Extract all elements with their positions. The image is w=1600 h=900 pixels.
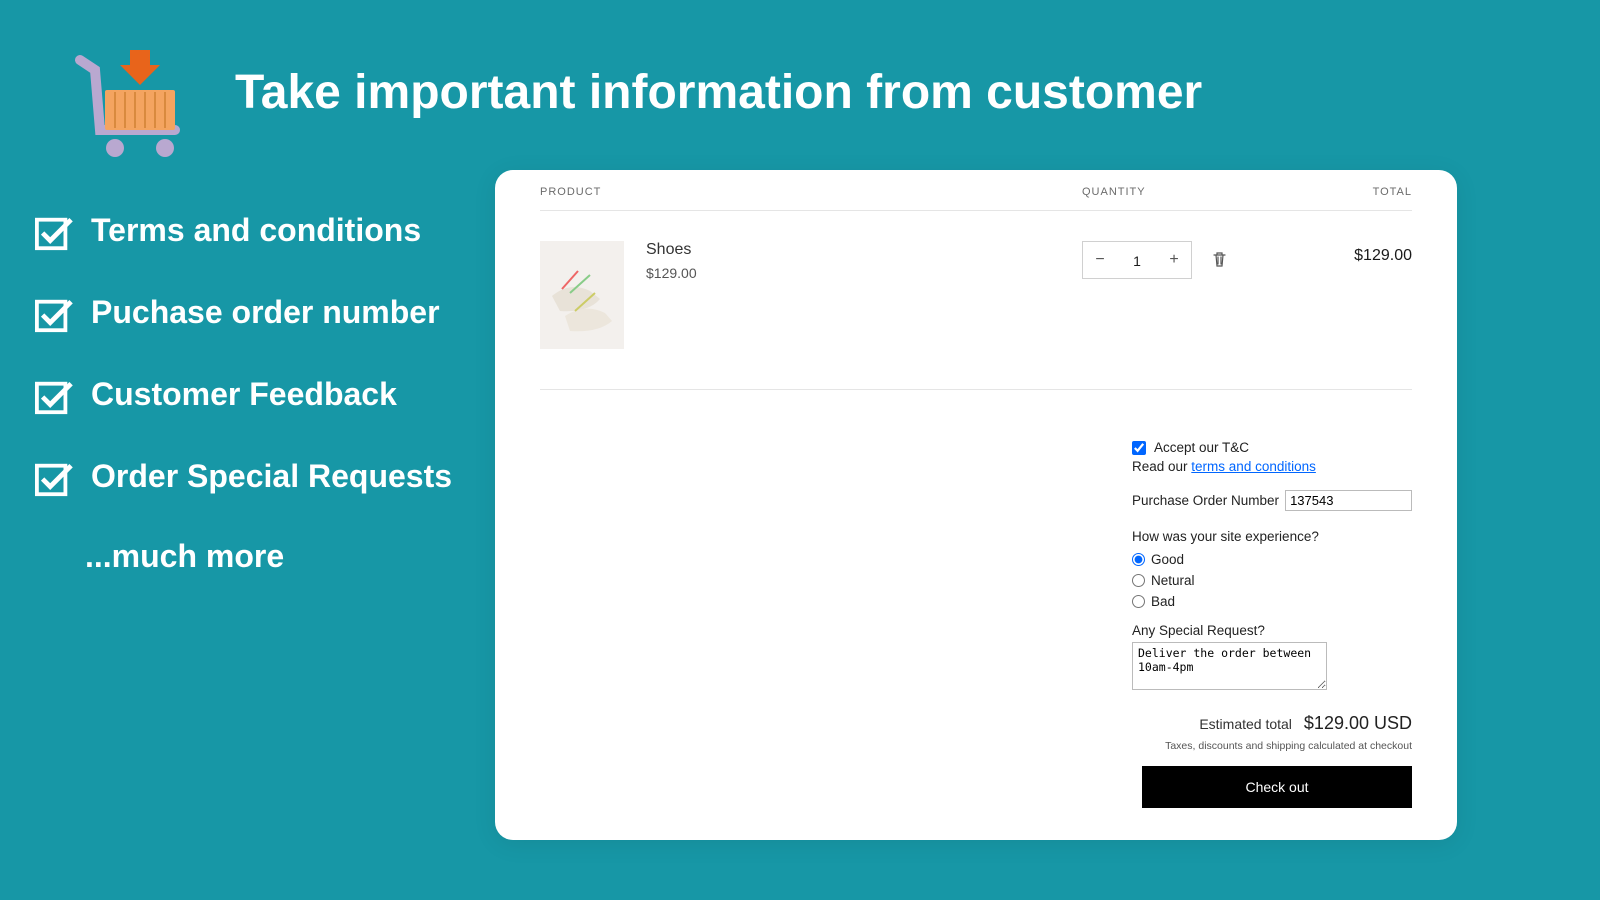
- feature-item: Customer Feedback: [35, 374, 452, 416]
- accept-tc-checkbox[interactable]: [1132, 441, 1146, 455]
- feature-item: Puchase order number: [35, 292, 452, 334]
- read-tc-text: Read our terms and conditions: [1132, 459, 1412, 474]
- po-number-input[interactable]: [1285, 490, 1412, 511]
- exp-radio-neutral[interactable]: [1132, 574, 1145, 587]
- check-icon: [35, 296, 73, 334]
- estimated-total-amount: $129.00 USD: [1304, 713, 1412, 734]
- check-icon: [35, 378, 73, 416]
- special-request-label: Any Special Request?: [1132, 623, 1412, 638]
- exp-radio-bad[interactable]: [1132, 595, 1145, 608]
- feature-label: Terms and conditions: [91, 210, 421, 250]
- qty-increase-button[interactable]: +: [1157, 242, 1191, 278]
- checkout-button[interactable]: Check out: [1142, 766, 1412, 808]
- special-request-textarea[interactable]: [1132, 642, 1327, 690]
- feature-label: Customer Feedback: [91, 374, 397, 414]
- tax-note: Taxes, discounts and shipping calculated…: [1132, 740, 1412, 752]
- cart-hero-icon: [70, 50, 190, 160]
- check-icon: [35, 460, 73, 498]
- exp-label-good: Good: [1151, 552, 1184, 567]
- product-thumbnail[interactable]: [540, 241, 624, 349]
- checkout-form: Accept our T&C Read our terms and condit…: [1132, 440, 1412, 808]
- quantity-stepper: − 1 +: [1082, 241, 1192, 279]
- terms-link[interactable]: terms and conditions: [1191, 459, 1316, 474]
- product-price: $129.00: [646, 265, 697, 281]
- feature-label: Order Special Requests: [91, 456, 452, 496]
- accept-tc-label: Accept our T&C: [1154, 440, 1249, 455]
- trash-icon: [1212, 251, 1227, 267]
- line-total: $129.00: [1312, 241, 1412, 265]
- po-label: Purchase Order Number: [1132, 493, 1279, 508]
- feature-list: Terms and conditions Puchase order numbe…: [35, 210, 452, 575]
- product-cell: Shoes $129.00: [540, 241, 1082, 349]
- cart-header: PRODUCT QUANTITY TOTAL: [540, 186, 1412, 211]
- feature-more: ...much more: [85, 538, 452, 575]
- cart-item-row: Shoes $129.00 − 1 + $129.00: [540, 211, 1412, 390]
- col-quantity: QUANTITY: [1082, 186, 1312, 198]
- estimated-total-label: Estimated total: [1199, 716, 1292, 732]
- exp-radio-good[interactable]: [1132, 553, 1145, 566]
- feature-label: Puchase order number: [91, 292, 440, 332]
- col-total: TOTAL: [1312, 186, 1412, 198]
- experience-question: How was your site experience?: [1132, 529, 1412, 544]
- exp-label-bad: Bad: [1151, 594, 1175, 609]
- exp-label-neutral: Netural: [1151, 573, 1195, 588]
- cart-panel: PRODUCT QUANTITY TOTAL Shoes $129.00: [495, 170, 1457, 840]
- feature-item: Terms and conditions: [35, 210, 452, 252]
- qty-decrease-button[interactable]: −: [1083, 242, 1117, 278]
- remove-item-button[interactable]: [1212, 251, 1227, 270]
- feature-item: Order Special Requests: [35, 456, 452, 498]
- read-tc-prefix: Read our: [1132, 459, 1191, 474]
- product-name: Shoes: [646, 241, 697, 259]
- check-icon: [35, 214, 73, 252]
- hero-title: Take important information from customer: [235, 65, 1202, 120]
- qty-value: 1: [1117, 242, 1157, 278]
- col-product: PRODUCT: [540, 186, 1082, 198]
